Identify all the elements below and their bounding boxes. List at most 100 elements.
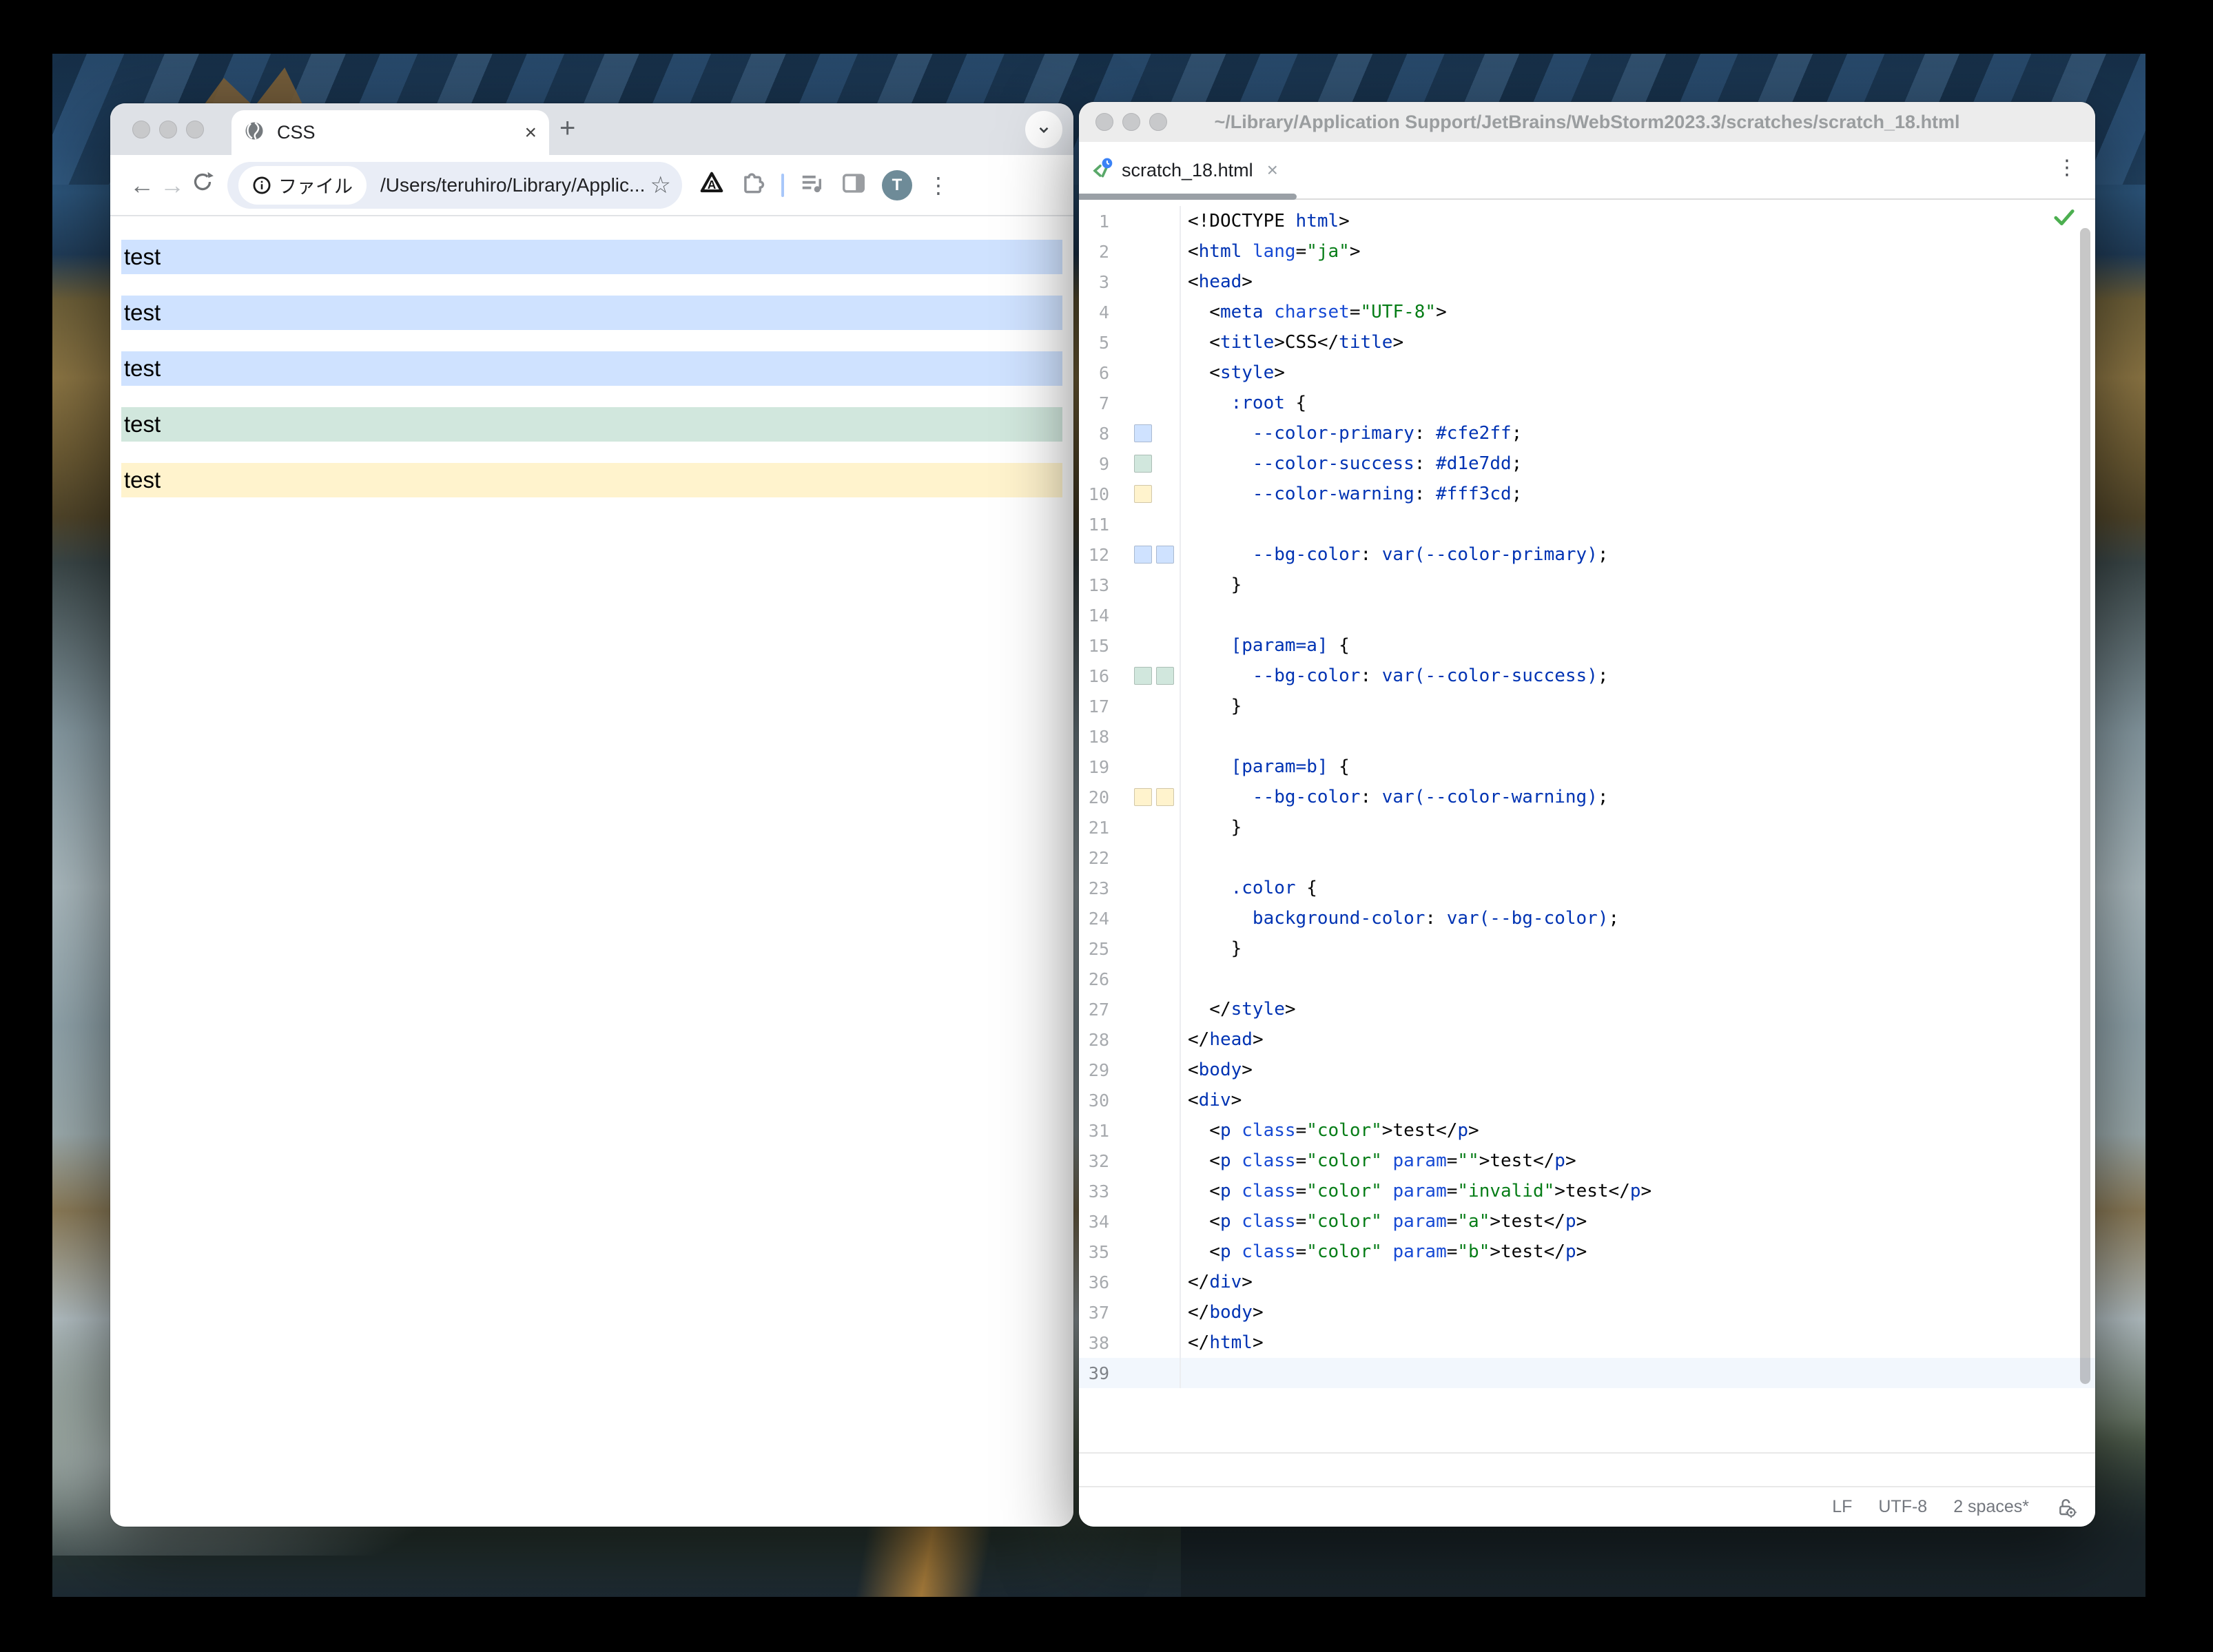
file-scheme-label: ファイル (278, 172, 353, 198)
code-line[interactable]: 13 } (1079, 570, 2095, 600)
color-preview-swatch[interactable] (1156, 667, 1174, 685)
side-panel-icon[interactable] (841, 170, 867, 200)
chrome-menu-kebab-icon[interactable]: ⋮ (927, 172, 949, 198)
code-line[interactable]: 6 <style> (1079, 358, 2095, 388)
editor-options-kebab-icon[interactable]: ⋮ (2057, 156, 2077, 180)
extensions-puzzle-icon[interactable] (740, 170, 766, 200)
minimize-window-button[interactable] (1122, 113, 1140, 131)
tab-search-button[interactable] (1025, 111, 1062, 148)
code-line[interactable]: 17 } (1079, 691, 2095, 721)
color-preview-swatch[interactable] (1134, 455, 1152, 473)
url-text[interactable]: /Users/teruhiro/Library/Applic... (380, 174, 645, 196)
code-line[interactable]: 27 </style> (1079, 994, 2095, 1024)
line-ending-indicator[interactable]: LF (1832, 1497, 1852, 1517)
editor-tab-close-icon[interactable]: × (1267, 159, 1278, 181)
color-preview-swatch[interactable] (1156, 546, 1174, 564)
color-preview-swatch[interactable] (1134, 546, 1152, 564)
line-number: 13 (1079, 575, 1109, 595)
chrome-window: CSS × + ← → (110, 103, 1073, 1527)
code-line[interactable]: 14 (1079, 600, 2095, 630)
code-line[interactable]: 37</body> (1079, 1297, 2095, 1328)
color-preview-swatch[interactable] (1134, 485, 1152, 503)
code-line[interactable]: 21 } (1079, 812, 2095, 843)
code-line[interactable]: 33 <p class="color" param="invalid">test… (1079, 1176, 2095, 1206)
reading-list-icon[interactable] (799, 170, 825, 200)
code-line[interactable]: 19 [param=b] { (1079, 752, 2095, 782)
address-bar[interactable]: ファイル /Users/teruhiro/Library/Applic... ☆ (227, 162, 682, 209)
line-number: 2 (1079, 242, 1109, 262)
code-line[interactable]: 11 (1079, 509, 2095, 539)
code-line[interactable]: 38</html> (1079, 1328, 2095, 1358)
code-line[interactable]: 18 (1079, 721, 2095, 752)
code-line[interactable]: 24 background-color: var(--bg-color); (1079, 903, 2095, 933)
browser-tab[interactable]: CSS × (231, 110, 549, 155)
code-text: --color-warning: #fff3cd; (1181, 484, 1522, 504)
extension-a-icon[interactable]: A (699, 170, 725, 200)
code-line[interactable]: 36</div> (1079, 1267, 2095, 1297)
code-line[interactable]: 25 } (1079, 933, 2095, 964)
test-paragraph-list: testtesttesttesttest (121, 240, 1062, 497)
code-line[interactable]: 1<!DOCTYPE html> (1079, 206, 2095, 236)
code-line[interactable]: 12 --bg-color: var(--color-primary); (1079, 539, 2095, 570)
line-number: 20 (1079, 787, 1109, 807)
line-number: 34 (1079, 1212, 1109, 1232)
code-line[interactable]: 35 <p class="color" param="b">test</p> (1079, 1237, 2095, 1267)
file-scheme-chip[interactable]: ファイル (238, 166, 367, 205)
code-editor[interactable]: 1<!DOCTYPE html>2<html lang="ja">3<head>… (1079, 200, 2095, 1452)
color-preview-swatch[interactable] (1156, 788, 1174, 806)
writable-lock-gear-icon[interactable] (2055, 1496, 2077, 1518)
gutter-swatch-zone (1109, 873, 1181, 903)
zoom-window-button[interactable] (1149, 113, 1167, 131)
line-number: 10 (1079, 484, 1109, 504)
encoding-indicator[interactable]: UTF-8 (1878, 1497, 1927, 1517)
inspections-ok-check-icon[interactable] (2052, 207, 2076, 231)
code-line[interactable]: 8 --color-primary: #cfe2ff; (1079, 418, 2095, 448)
bookmark-star-icon[interactable]: ☆ (650, 172, 671, 199)
editor-tab[interactable]: scratch_18.html × (1079, 142, 1285, 198)
code-line[interactable]: 2<html lang="ja"> (1079, 236, 2095, 267)
color-preview-swatch[interactable] (1134, 788, 1152, 806)
tab-close-icon[interactable]: × (524, 123, 537, 143)
line-number: 31 (1079, 1121, 1109, 1141)
code-line[interactable]: 39 (1079, 1358, 2095, 1388)
code-line[interactable]: 34 <p class="color" param="a">test</p> (1079, 1206, 2095, 1237)
code-line[interactable]: 16 --bg-color: var(--color-success); (1079, 661, 2095, 691)
gutter-swatch-zone (1109, 691, 1181, 721)
close-window-button[interactable] (1095, 113, 1113, 131)
code-line[interactable]: 26 (1079, 964, 2095, 994)
gutter-swatch-zone (1109, 1176, 1181, 1206)
profile-avatar[interactable]: T (882, 170, 912, 200)
back-button[interactable]: ← (127, 171, 157, 200)
code-text: <title>CSS</title> (1181, 332, 1403, 353)
code-line[interactable]: 28</head> (1079, 1024, 2095, 1055)
reload-button[interactable] (187, 169, 218, 200)
zoom-window-button[interactable] (186, 121, 204, 138)
forward-button[interactable]: → (157, 171, 187, 200)
code-line[interactable]: 20 --bg-color: var(--color-warning); (1079, 782, 2095, 812)
code-line[interactable]: 32 <p class="color" param="">test</p> (1079, 1146, 2095, 1176)
new-tab-button[interactable]: + (559, 113, 575, 144)
code-line[interactable]: 3<head> (1079, 267, 2095, 297)
line-number: 17 (1079, 696, 1109, 716)
code-line[interactable]: 15 [param=a] { (1079, 630, 2095, 661)
code-line[interactable]: 10 --color-warning: #fff3cd; (1079, 479, 2095, 509)
editor-vertical-scrollbar[interactable] (2080, 228, 2090, 1384)
code-line[interactable]: 30<div> (1079, 1085, 2095, 1115)
color-preview-swatch[interactable] (1134, 424, 1152, 442)
minimize-window-button[interactable] (159, 121, 177, 138)
code-line[interactable]: 31 <p class="color">test</p> (1079, 1115, 2095, 1146)
indent-indicator[interactable]: 2 spaces* (1953, 1497, 2029, 1517)
code-text: </head> (1181, 1029, 1264, 1050)
code-line[interactable]: 4 <meta charset="UTF-8"> (1079, 297, 2095, 327)
color-preview-swatch[interactable] (1134, 667, 1152, 685)
code-line-list: 1<!DOCTYPE html>2<html lang="ja">3<head>… (1079, 206, 2095, 1388)
code-line[interactable]: 5 <title>CSS</title> (1079, 327, 2095, 358)
code-line[interactable]: 9 --color-success: #d1e7dd; (1079, 448, 2095, 479)
code-line[interactable]: 29<body> (1079, 1055, 2095, 1085)
line-number: 3 (1079, 272, 1109, 292)
gutter-swatch-zone (1109, 1358, 1181, 1388)
code-line[interactable]: 22 (1079, 843, 2095, 873)
close-window-button[interactable] (132, 121, 150, 138)
code-line[interactable]: 7 :root { (1079, 388, 2095, 418)
code-line[interactable]: 23 .color { (1079, 873, 2095, 903)
